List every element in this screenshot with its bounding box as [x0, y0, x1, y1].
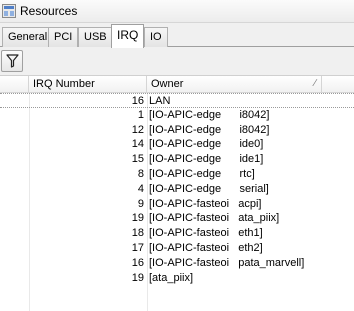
irq-number-cell: 16: [131, 256, 144, 269]
column-header-owner[interactable]: Owner ∕: [147, 76, 322, 93]
owner-cell: [IO-APIC-edge i8042]: [149, 123, 270, 136]
tab-pci[interactable]: PCI: [48, 27, 79, 47]
owner-cell: [ata_piix]: [149, 271, 194, 284]
filter-icon: [6, 54, 19, 68]
irq-number-cell: 9: [137, 197, 144, 210]
tab-usb[interactable]: USB: [78, 27, 113, 47]
tab-irq[interactable]: IRQ: [111, 24, 145, 48]
table-header: IRQ Number Owner ∕: [0, 76, 354, 93]
owner-cell: [IO-APIC-edge ide0]: [149, 138, 264, 151]
table-row[interactable]: 9 [IO-APIC-fasteoi acpi]: [0, 197, 354, 212]
irq-number-cell: 8: [137, 167, 144, 180]
irq-number-cell: 18: [131, 227, 144, 240]
owner-cell: [IO-APIC-edge rtc]: [149, 167, 255, 180]
table-row[interactable]: 14 [IO-APIC-edge ide0]: [0, 137, 354, 152]
table-row[interactable]: 16 [IO-APIC-fasteoi pata_marvell]: [0, 256, 354, 271]
irq-number-cell: 4: [137, 182, 144, 195]
table-body: 16 LAN 1 [IO-APIC-edge i8042] 12 [IO-API…: [0, 93, 354, 285]
table-row[interactable]: 18 [IO-APIC-fasteoi eth1]: [0, 226, 354, 241]
table-row[interactable]: 16 LAN: [0, 93, 354, 108]
irq-number-cell: 19: [131, 212, 144, 225]
irq-number-cell: 17: [131, 241, 144, 254]
column-header-owner-label: Owner: [151, 78, 184, 90]
owner-cell: [IO-APIC-edge serial]: [149, 182, 269, 195]
toolbar: [0, 47, 354, 76]
irq-number-cell: 19: [131, 271, 144, 284]
table-row[interactable]: 1 [IO-APIC-edge i8042]: [0, 108, 354, 123]
irq-number-cell: 16: [131, 95, 144, 107]
filter-button[interactable]: [1, 50, 23, 72]
irq-number-cell: 15: [131, 153, 144, 166]
owner-cell: [IO-APIC-fasteoi ata_piix]: [149, 212, 280, 225]
irq-number-cell: 1: [137, 108, 144, 121]
owner-cell: [IO-APIC-edge ide1]: [149, 153, 264, 166]
table-row[interactable]: 19 [IO-APIC-fasteoi ata_piix]: [0, 211, 354, 226]
column-header-marker[interactable]: [0, 76, 29, 93]
table-row[interactable]: 15 [IO-APIC-edge ide1]: [0, 152, 354, 167]
tab-io[interactable]: IO: [144, 27, 168, 47]
table-row[interactable]: 4 [IO-APIC-edge serial]: [0, 182, 354, 197]
title-bar: Resources: [0, 0, 354, 23]
table-row[interactable]: 17 [IO-APIC-fasteoi eth2]: [0, 241, 354, 256]
tab-bar: General PCI USB IRQ IO: [0, 23, 354, 48]
irq-number-cell: 12: [131, 123, 144, 136]
window-title: Resources: [20, 4, 78, 18]
app-icon: [2, 4, 16, 18]
irq-number-cell: 14: [131, 138, 144, 151]
table-row[interactable]: 8 [IO-APIC-edge rtc]: [0, 167, 354, 182]
owner-cell: [IO-APIC-fasteoi eth1]: [149, 227, 263, 240]
table-row[interactable]: 19 [ata_piix]: [0, 271, 354, 286]
owner-cell: [IO-APIC-edge i8042]: [149, 108, 270, 121]
table-row[interactable]: 12 [IO-APIC-edge i8042]: [0, 123, 354, 138]
tab-general[interactable]: General: [2, 27, 54, 47]
sort-icon: ∕: [314, 78, 316, 89]
owner-cell: [IO-APIC-fasteoi pata_marvell]: [149, 256, 305, 269]
owner-cell: [IO-APIC-fasteoi eth2]: [149, 241, 263, 254]
owner-cell: [IO-APIC-fasteoi acpi]: [149, 197, 262, 210]
irq-table: IRQ Number Owner ∕ 16 LAN 1 [IO-APIC-edg…: [0, 76, 354, 311]
column-header-irq-number[interactable]: IRQ Number: [29, 76, 147, 93]
owner-cell: LAN: [149, 95, 171, 107]
